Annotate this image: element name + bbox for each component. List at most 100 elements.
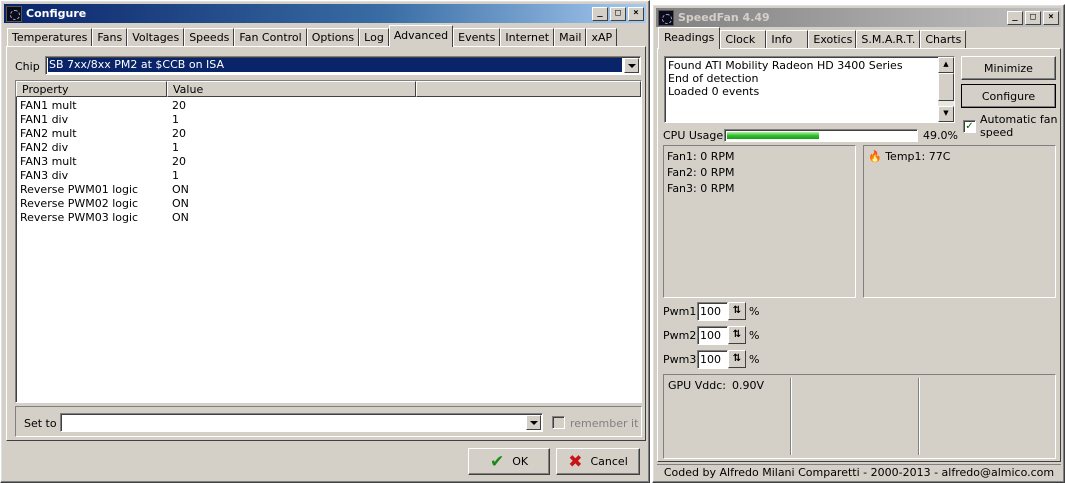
cancel-button[interactable]: ✖ Cancel xyxy=(556,448,640,475)
table-row[interactable]: FAN2 mult 20 xyxy=(16,127,641,141)
auto-fan-label-2: speed xyxy=(980,126,1014,139)
check-icon: ✔ xyxy=(489,451,505,472)
row-property: FAN1 div xyxy=(20,113,69,126)
scroll-up-icon[interactable]: ▲ xyxy=(938,57,954,73)
tab-fans[interactable]: Fans xyxy=(92,28,128,47)
tab-log[interactable]: Log xyxy=(359,28,389,47)
tab-advanced[interactable]: Advanced xyxy=(388,25,454,47)
pwm3-input[interactable]: 100 xyxy=(697,350,728,369)
status-text: Coded by Alfredo Milani Comparetti - 200… xyxy=(663,466,1055,479)
remember-checkbox[interactable] xyxy=(552,416,565,429)
maximize-icon[interactable]: □ xyxy=(1025,10,1041,25)
pwm2-stepper[interactable]: ⇅ xyxy=(728,326,746,344)
close-icon[interactable]: × xyxy=(1043,10,1059,25)
column-header-property[interactable]: Property xyxy=(16,81,167,97)
pwm2-input[interactable]: 100 xyxy=(697,326,728,345)
tab-charts[interactable]: Charts xyxy=(920,30,967,49)
auto-fan-checkbox[interactable]: ✓ xyxy=(963,120,976,133)
pwm2-value: 100 xyxy=(700,329,721,342)
row-property: Reverse PWM03 logic xyxy=(20,211,139,224)
minimize-icon[interactable]: _ xyxy=(1007,10,1023,25)
tab-voltages[interactable]: Voltages xyxy=(127,28,185,47)
scroll-down-icon[interactable]: ▼ xyxy=(938,106,954,122)
table-row[interactable]: Reverse PWM03 logic ON xyxy=(16,211,641,225)
tab-internet[interactable]: Internet xyxy=(500,28,555,47)
chip-label: Chip xyxy=(15,60,40,73)
gpu-vddc-label: GPU Vddc: xyxy=(668,379,726,392)
fans-box: Fan1: 0 RPM Fan2: 0 RPM Fan3: 0 RPM xyxy=(663,145,856,298)
row-value: 20 xyxy=(172,127,186,140)
tab-xap[interactable]: xAP xyxy=(586,28,618,47)
pwm3-stepper[interactable]: ⇅ xyxy=(728,350,746,368)
chip-select[interactable]: SB 7xx/8xx PM2 at $CCB on ISA xyxy=(45,56,641,75)
scroll-thumb[interactable] xyxy=(938,73,954,101)
row-value: 1 xyxy=(172,141,179,154)
tab-fan-control[interactable]: Fan Control xyxy=(234,28,307,47)
tab-smart[interactable]: S.M.A.R.T. xyxy=(856,30,921,49)
voltages-box: GPU Vddc: 0.90V xyxy=(663,374,1056,459)
configure-window: Configure _ □ × Temperatures Fans Voltag… xyxy=(0,0,650,483)
table-row[interactable]: Reverse PWM02 logic ON xyxy=(16,197,641,211)
event-log[interactable]: Found ATI Mobility Radeon HD 3400 Series… xyxy=(664,56,955,123)
configure-button[interactable]: Configure xyxy=(961,84,1056,108)
row-property: FAN3 mult xyxy=(20,155,77,168)
configure-tabs: Temperatures Fans Voltages Speeds Fan Co… xyxy=(7,25,618,47)
tab-temperatures[interactable]: Temperatures xyxy=(7,28,93,47)
row-property: FAN1 mult xyxy=(20,99,77,112)
row-value: ON xyxy=(172,211,189,224)
speedfan-titlebar[interactable]: SpeedFan 4.49 _ □ × xyxy=(656,8,1061,27)
column-header-value[interactable]: Value xyxy=(167,81,416,97)
maximize-icon[interactable]: □ xyxy=(610,6,626,21)
temps-box: 🔥 Temp1: 77C xyxy=(863,145,1056,298)
set-to-select[interactable] xyxy=(60,413,543,432)
tab-readings[interactable]: Readings xyxy=(658,27,721,49)
pwm1-stepper[interactable]: ⇅ xyxy=(728,302,746,320)
minimize-button[interactable]: Minimize xyxy=(961,56,1056,80)
speedfan-app-icon xyxy=(658,9,674,26)
minimize-icon[interactable]: _ xyxy=(592,6,608,21)
table-row[interactable]: FAN1 div 1 xyxy=(16,113,641,127)
pwm1-unit: % xyxy=(749,305,760,318)
fan-reading: Fan3: 0 RPM xyxy=(667,182,735,195)
table-row[interactable]: FAN3 div 1 xyxy=(16,169,641,183)
advanced-panel: Chip SB 7xx/8xx PM2 at $CCB on ISA Prope… xyxy=(6,46,646,441)
table-row[interactable]: FAN3 mult 20 xyxy=(16,155,641,169)
pwm2-label: Pwm2: xyxy=(663,329,701,342)
property-list[interactable]: Property Value FAN1 mult 20 FAN1 div 1 F… xyxy=(15,80,642,403)
voltage-divider xyxy=(918,378,920,455)
tab-exotics[interactable]: Exotics xyxy=(808,30,857,49)
speedfan-app-icon xyxy=(6,5,22,22)
fan-reading: Fan1: 0 RPM xyxy=(667,150,735,163)
status-bar: Coded by Alfredo Milani Comparetti - 200… xyxy=(657,464,1061,480)
log-line: Found ATI Mobility Radeon HD 3400 Series xyxy=(668,59,903,72)
chevron-down-icon[interactable] xyxy=(624,58,639,73)
pwm3-unit: % xyxy=(749,353,760,366)
table-row[interactable]: Reverse PWM01 logic ON xyxy=(16,183,641,197)
tab-speeds[interactable]: Speeds xyxy=(184,28,235,47)
log-scrollbar[interactable]: ▲ ▼ xyxy=(938,57,954,122)
ok-button[interactable]: ✔ OK xyxy=(468,448,550,475)
table-row[interactable]: FAN2 div 1 xyxy=(16,141,641,155)
pwm1-input[interactable]: 100 xyxy=(697,302,728,321)
temp-reading: Temp1: 77C xyxy=(885,150,951,163)
tab-clock[interactable]: Clock xyxy=(720,30,767,49)
chevron-down-icon[interactable] xyxy=(526,415,541,430)
speedfan-title: SpeedFan 4.49 xyxy=(678,11,770,24)
tab-events[interactable]: Events xyxy=(453,28,501,47)
tab-info[interactable]: Info xyxy=(766,30,809,49)
flame-icon: 🔥 xyxy=(868,150,882,163)
set-to-label: Set to xyxy=(24,417,57,430)
row-value: 20 xyxy=(172,99,186,112)
row-property: FAN2 div xyxy=(20,141,69,154)
close-icon[interactable]: × xyxy=(628,6,644,21)
tab-mail[interactable]: Mail xyxy=(554,28,587,47)
row-value: ON xyxy=(172,197,189,210)
tab-options[interactable]: Options xyxy=(306,28,360,47)
log-line: Loaded 0 events xyxy=(668,85,760,98)
column-header-empty[interactable] xyxy=(416,81,641,97)
list-header: Property Value xyxy=(16,81,641,97)
log-line: End of detection xyxy=(668,72,759,85)
gpu-vddc-value: 0.90V xyxy=(732,379,765,392)
table-row[interactable]: FAN1 mult 20 xyxy=(16,99,641,113)
configure-titlebar[interactable]: Configure _ □ × xyxy=(4,4,646,23)
